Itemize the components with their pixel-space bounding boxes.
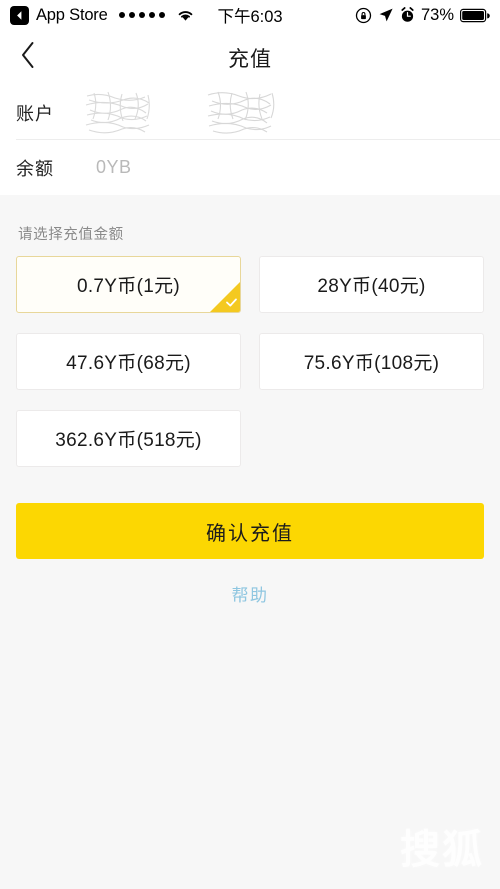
battery-icon [460, 8, 490, 23]
wifi-icon [176, 8, 195, 22]
balance-row: 余额 0YB [16, 140, 484, 195]
amount-option-card[interactable]: 47.6Y币(68元) [16, 333, 241, 390]
help-link-wrapper: 帮助 [0, 581, 500, 606]
page-title: 充值 [228, 47, 272, 71]
back-button[interactable] [0, 30, 56, 85]
alarm-clock-icon [400, 7, 415, 23]
signal-strength-icon [118, 11, 166, 19]
status-bar: App Store 下午6:03 73% [0, 0, 500, 30]
amount-section-title: 请选择充值金额 [18, 227, 124, 243]
account-label: 账户 [16, 103, 54, 124]
redaction-scribble [84, 90, 162, 136]
confirm-recharge-button[interactable]: 确认充值 [16, 503, 484, 559]
location-arrow-icon [378, 7, 394, 23]
balance-label: 余额 [16, 158, 54, 179]
watermark: 搜狐 [400, 828, 484, 872]
selected-corner-check [210, 282, 240, 312]
amount-option-label: 47.6Y币(68元) [66, 353, 191, 374]
rotation-lock-icon [355, 7, 372, 24]
amount-option-label: 28Y币(40元) [317, 276, 426, 297]
chevron-left-icon [20, 41, 36, 74]
recharge-screen: App Store 下午6:03 73% 充值 账户 余额 0YB 请选择充值金… [0, 0, 500, 889]
back-to-app-store-icon[interactable] [10, 5, 29, 25]
amount-option-card[interactable]: 28Y币(40元) [259, 256, 484, 313]
account-row: 账户 [16, 85, 500, 140]
status-bar-carrier-label[interactable]: App Store [36, 6, 108, 25]
amount-option-label: 0.7Y币(1元) [76, 276, 180, 297]
account-value-redacted [84, 90, 484, 136]
amount-option-card[interactable]: 75.6Y币(108元) [259, 333, 484, 390]
status-bar-right: 73% [355, 6, 490, 25]
balance-value: 0YB [96, 157, 132, 177]
status-bar-left: App Store [10, 5, 195, 25]
amount-option-card[interactable]: 362.6Y币(518元) [16, 410, 241, 467]
amount-option-card[interactable]: 0.7Y币(1元) [16, 256, 241, 313]
navigation-bar: 充值 [0, 30, 500, 85]
help-link[interactable]: 帮助 [232, 581, 269, 606]
battery-percent-label: 73% [420, 5, 454, 24]
amount-option-label: 362.6Y币(518元) [55, 430, 202, 451]
account-info-block: 账户 余额 0YB [0, 85, 500, 195]
amount-options-grid: 0.7Y币(1元) 28Y币(40元) 47.6Y币(68元) 75.6Y币(1… [0, 256, 500, 467]
amount-option-label: 75.6Y币(108元) [303, 353, 440, 374]
redaction-scribble [206, 90, 284, 136]
